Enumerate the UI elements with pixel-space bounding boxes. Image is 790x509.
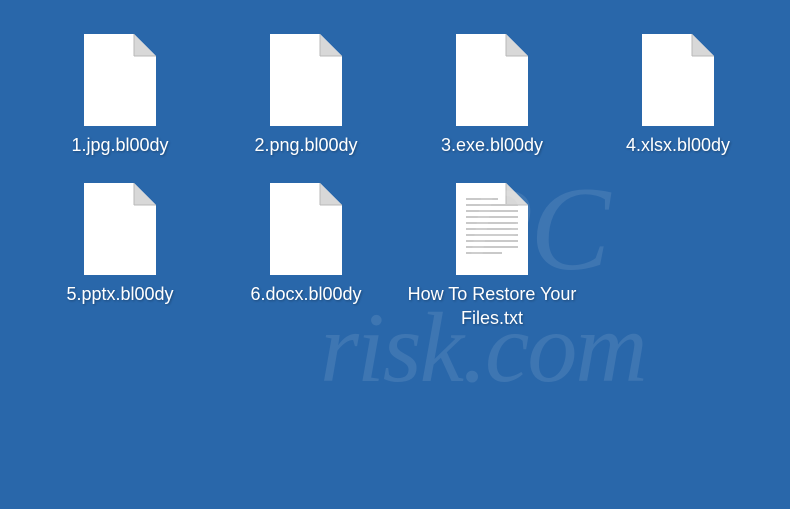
blank-file-icon — [262, 26, 350, 134]
file-label: 6.docx.bl00dy — [250, 283, 361, 306]
blank-file-icon — [76, 26, 164, 134]
blank-file-icon — [448, 26, 536, 134]
desktop-area: 1.jpg.bl00dy 2.png.bl00dy 3.exe.bl00dy — [0, 0, 790, 330]
file-label: 2.png.bl00dy — [254, 134, 357, 157]
file-item[interactable]: 3.exe.bl00dy — [402, 26, 582, 157]
file-item[interactable]: How To Restore Your Files.txt — [402, 175, 582, 330]
file-item[interactable]: 4.xlsx.bl00dy — [588, 26, 768, 157]
file-label: 1.jpg.bl00dy — [71, 134, 168, 157]
blank-file-icon — [262, 175, 350, 283]
file-item[interactable]: 2.png.bl00dy — [216, 26, 396, 157]
file-item[interactable]: 1.jpg.bl00dy — [30, 26, 210, 157]
file-label: 5.pptx.bl00dy — [66, 283, 173, 306]
blank-file-icon — [76, 175, 164, 283]
file-label: How To Restore Your Files.txt — [404, 283, 580, 330]
file-item[interactable]: 6.docx.bl00dy — [216, 175, 396, 330]
file-label: 3.exe.bl00dy — [441, 134, 543, 157]
text-file-icon — [448, 175, 536, 283]
blank-file-icon — [634, 26, 722, 134]
file-item[interactable]: 5.pptx.bl00dy — [30, 175, 210, 330]
file-label: 4.xlsx.bl00dy — [626, 134, 730, 157]
